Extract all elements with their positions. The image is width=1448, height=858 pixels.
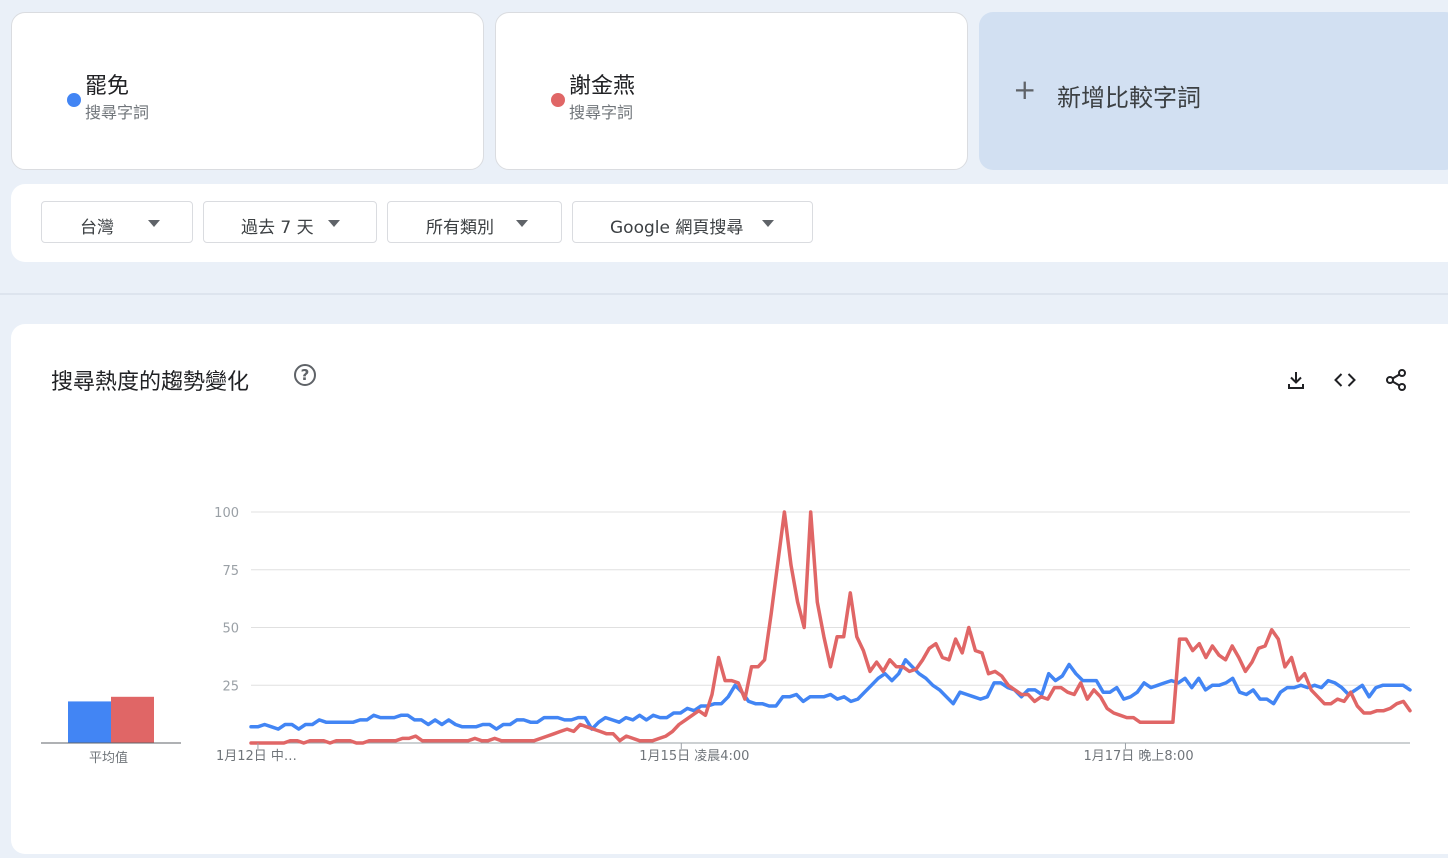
category-label: 所有類別: [426, 218, 494, 238]
x-tick-label: 1月15日 凌晨4:00: [639, 749, 749, 764]
average-label: 平均值: [89, 751, 129, 766]
x-axis-ticks: 1月12日 中… 1月15日 凌晨4:00 1月17日 晚上8:00: [216, 743, 1194, 764]
section-divider: [0, 293, 1448, 295]
y-tick-label: 50: [222, 622, 239, 637]
x-tick-label: 1月12日 中…: [216, 749, 297, 764]
term-name: 謝金燕: [569, 74, 636, 99]
series-color-dot-icon: [551, 93, 565, 107]
add-comparison-button[interactable]: + 新增比較字詞: [979, 12, 1448, 170]
chevron-down-icon: [328, 220, 340, 227]
region-dropdown[interactable]: 台灣: [41, 201, 193, 243]
average-bars: [41, 696, 181, 744]
trend-chart[interactable]: 100 75 50 25 1月12日 中… 1月15日 凌晨4:00 1月17日 晚上8:…: [11, 324, 1448, 854]
add-comparison-label: 新增比較字詞: [1057, 84, 1201, 112]
series-line: [249, 658, 1412, 731]
time-range-dropdown[interactable]: 過去 7 天: [203, 201, 377, 243]
term-card-1[interactable]: 罷免 搜尋字詞: [11, 12, 484, 170]
chevron-down-icon: [148, 220, 160, 227]
x-tick-label: 1月17日 晚上8:00: [1083, 749, 1193, 764]
chevron-down-icon: [516, 220, 528, 227]
search-type-dropdown[interactable]: Google 網頁搜尋: [572, 201, 813, 243]
filter-bar: 台灣 過去 7 天 所有類別 Google 網頁搜尋: [11, 184, 1448, 262]
series-color-dot-icon: [67, 93, 81, 107]
y-tick-label: 100: [214, 506, 239, 521]
term-type-label: 搜尋字詞: [85, 103, 150, 122]
average-bar: [68, 701, 111, 743]
term-card-2[interactable]: 謝金燕 搜尋字詞: [495, 12, 968, 170]
average-bar: [111, 696, 154, 743]
term-name: 罷免: [85, 74, 130, 99]
search-type-label: Google 網頁搜尋: [610, 218, 744, 238]
chevron-down-icon: [762, 220, 774, 227]
y-tick-label: 25: [222, 679, 239, 694]
region-label: 台灣: [80, 218, 114, 238]
category-dropdown[interactable]: 所有類別: [387, 201, 562, 243]
term-type-label: 搜尋字詞: [569, 103, 634, 122]
y-tick-label: 75: [222, 564, 239, 579]
plus-icon: +: [1013, 73, 1037, 106]
interest-over-time-card: 搜尋熱度的趨勢變化 ? 100 75 50 25 1月12日 中… 1月15日 凌晨4:…: [11, 324, 1448, 854]
time-range-label: 過去 7 天: [241, 218, 314, 238]
